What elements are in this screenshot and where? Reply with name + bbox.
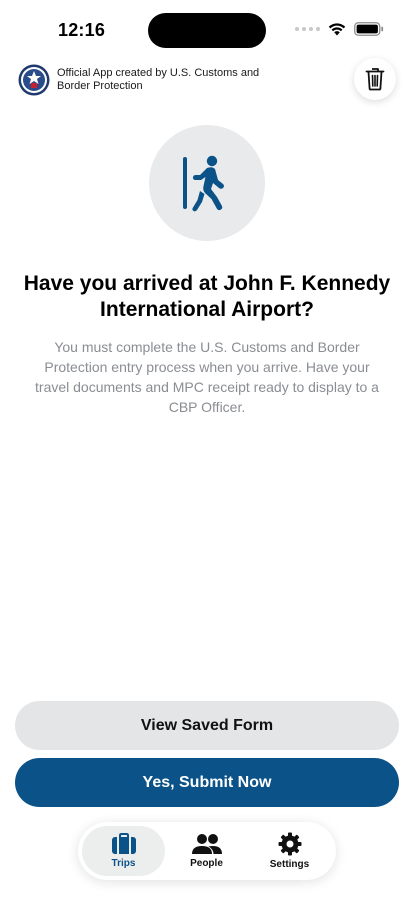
status-icons (295, 22, 384, 36)
tab-settings[interactable]: Settings (248, 826, 331, 876)
trash-icon (365, 68, 385, 91)
arrival-illustration (149, 125, 265, 241)
wifi-icon (328, 23, 346, 36)
tab-people[interactable]: People (165, 826, 248, 876)
battery-icon (354, 22, 384, 36)
status-bar: 12:16 (0, 0, 414, 60)
view-saved-form-button[interactable]: View Saved Form (15, 701, 399, 750)
suitcase-icon (111, 833, 136, 854)
tab-settings-label: Settings (269, 859, 310, 870)
tab-trips-label: Trips (111, 858, 136, 869)
cellular-signal-icon (295, 27, 320, 31)
delete-trip-button[interactable] (354, 58, 396, 100)
bottom-tab-bar: Trips People Settings (78, 822, 336, 880)
arrival-instructions: You must complete the U.S. Customs and B… (35, 339, 379, 415)
walk-through-door-icon (183, 155, 224, 212)
submit-now-button[interactable]: Yes, Submit Now (15, 758, 399, 807)
official-app-notice: Official App created by U.S. Customs and… (57, 67, 260, 92)
arrival-question-title: Have you arrived at John F. Kennedy Inte… (23, 272, 391, 321)
dynamic-island (148, 13, 266, 48)
tab-people-label: People (190, 858, 223, 869)
people-icon (191, 834, 222, 854)
tab-trips[interactable]: Trips (82, 826, 165, 876)
status-time: 12:16 (58, 20, 106, 40)
app-header: Official App created by U.S. Customs and… (18, 58, 398, 102)
gear-icon (278, 832, 301, 856)
cbp-seal-icon (18, 64, 50, 96)
